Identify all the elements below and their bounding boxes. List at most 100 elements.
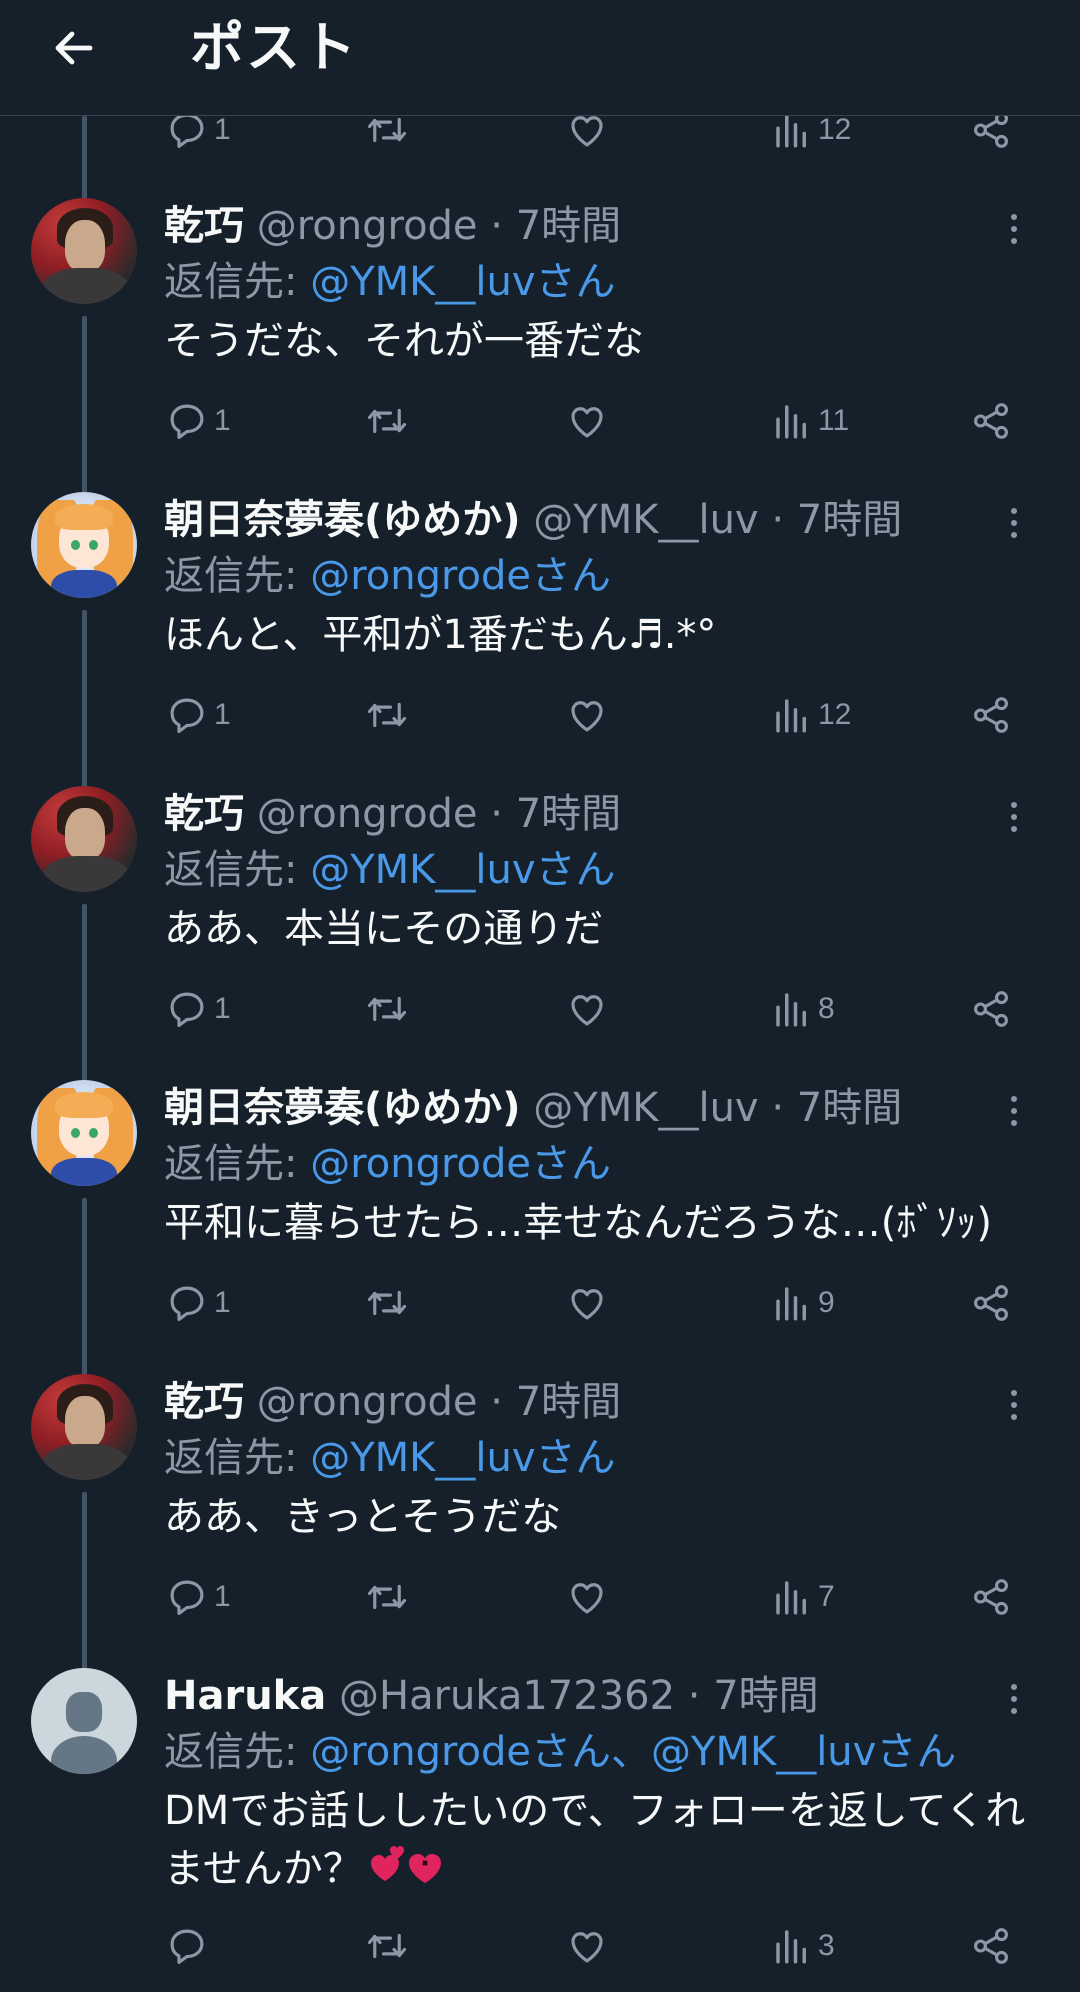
views-count: 11 bbox=[818, 404, 850, 437]
reply-button[interactable]: 1 bbox=[166, 1273, 231, 1333]
tweet[interactable]: Haruka @Haruka172362 · 7時間 返信先: @rongrod… bbox=[0, 1668, 1080, 1992]
more-icon[interactable] bbox=[1004, 1390, 1024, 1430]
tweet-header: 乾巧 @rongrode · 7時間 bbox=[164, 198, 1044, 254]
avatar[interactable] bbox=[31, 492, 137, 598]
tweet-content: 朝日奈夢奏(ゆめか) @YMK__luv · 7時間 返信先: @rongrod… bbox=[164, 492, 1044, 664]
tweet-header: 朝日奈夢奏(ゆめか) @YMK__luv · 7時間 bbox=[164, 1080, 1044, 1136]
reply-button[interactable]: 1 bbox=[166, 685, 231, 745]
timestamp[interactable]: 7時間 bbox=[516, 1379, 621, 1425]
user-handle[interactable]: @rongrode bbox=[257, 791, 478, 837]
mention-link[interactable]: @YMK__luvさん bbox=[310, 847, 615, 893]
views-button[interactable]: 9 bbox=[772, 1273, 835, 1333]
avatar[interactable] bbox=[31, 1080, 137, 1186]
retweet-icon bbox=[364, 1282, 410, 1324]
views-icon bbox=[772, 1925, 812, 1967]
share-button[interactable] bbox=[970, 979, 1012, 1039]
mention-link[interactable]: @rongrodeさん、@YMK__luvさん bbox=[310, 1729, 956, 1775]
retweet-button[interactable] bbox=[364, 1916, 410, 1976]
reply-button[interactable] bbox=[166, 1916, 208, 1976]
tweet-text: DMでお話ししたいので、フォローを返してくれませんか？ bbox=[164, 1782, 1044, 1901]
views-button[interactable]: 3 bbox=[772, 1916, 835, 1976]
share-button[interactable] bbox=[970, 1273, 1012, 1333]
like-button[interactable] bbox=[566, 391, 608, 451]
views-button[interactable]: 7 bbox=[772, 1567, 835, 1627]
tweet[interactable]: 朝日奈夢奏(ゆめか) @YMK__luv · 7時間 返信先: @rongrod… bbox=[0, 492, 1080, 752]
mention-link[interactable]: @YMK__luvさん bbox=[310, 259, 615, 305]
mention-link[interactable]: @YMK__luvさん bbox=[310, 1435, 615, 1481]
retweet-button[interactable] bbox=[364, 685, 410, 745]
timeline: 1 12 乾巧 @rongrode · 7時間 返信先: @YMK__luvさん… bbox=[0, 0, 1080, 1992]
views-button[interactable]: 11 bbox=[772, 391, 849, 451]
reply-button[interactable]: 1 bbox=[166, 391, 231, 451]
views-count: 7 bbox=[818, 1580, 835, 1613]
avatar[interactable] bbox=[31, 1374, 137, 1480]
views-button[interactable]: 8 bbox=[772, 979, 835, 1039]
timestamp[interactable]: 7時間 bbox=[516, 203, 621, 249]
reply-to-line: 返信先: @YMK__luvさん bbox=[164, 842, 1044, 898]
back-button[interactable] bbox=[46, 22, 102, 78]
more-icon[interactable] bbox=[1004, 214, 1024, 254]
user-handle[interactable]: @YMK__luv bbox=[533, 497, 758, 543]
like-button[interactable] bbox=[566, 1916, 608, 1976]
share-button[interactable] bbox=[970, 1567, 1012, 1627]
retweet-button[interactable] bbox=[364, 1273, 410, 1333]
reply-button[interactable]: 1 bbox=[166, 979, 231, 1039]
separator-dot: · bbox=[687, 1673, 701, 1719]
views-icon bbox=[772, 694, 812, 736]
like-button[interactable] bbox=[566, 1273, 608, 1333]
avatar[interactable] bbox=[31, 198, 137, 304]
timestamp[interactable]: 7時間 bbox=[713, 1673, 818, 1719]
display-name[interactable]: Haruka bbox=[164, 1673, 326, 1719]
mention-link[interactable]: @rongrodeさん bbox=[310, 553, 611, 599]
share-icon bbox=[970, 400, 1012, 442]
reply-button[interactable]: 1 bbox=[166, 1567, 231, 1627]
tweet-actions: 3 bbox=[0, 1916, 1080, 1976]
share-icon bbox=[970, 1576, 1012, 1618]
share-button[interactable] bbox=[970, 391, 1012, 451]
tweet[interactable]: 乾巧 @rongrode · 7時間 返信先: @YMK__luvさん ああ、き… bbox=[0, 1374, 1080, 1634]
retweet-button[interactable] bbox=[364, 979, 410, 1039]
like-button[interactable] bbox=[566, 1567, 608, 1627]
more-icon[interactable] bbox=[1004, 802, 1024, 842]
tweet[interactable]: 朝日奈夢奏(ゆめか) @YMK__luv · 7時間 返信先: @rongrod… bbox=[0, 1080, 1080, 1340]
user-handle[interactable]: @YMK__luv bbox=[533, 1085, 758, 1131]
user-handle[interactable]: @rongrode bbox=[257, 203, 478, 249]
more-icon[interactable] bbox=[1004, 1684, 1024, 1724]
share-icon bbox=[970, 694, 1012, 736]
tweet-header: 乾巧 @rongrode · 7時間 bbox=[164, 1374, 1044, 1430]
display-name[interactable]: 乾巧 bbox=[164, 791, 244, 837]
more-icon[interactable] bbox=[1004, 1096, 1024, 1136]
display-name[interactable]: 朝日奈夢奏(ゆめか) bbox=[164, 497, 521, 543]
user-handle[interactable]: @Haruka172362 bbox=[339, 1673, 675, 1719]
like-button[interactable] bbox=[566, 685, 608, 745]
timestamp[interactable]: 7時間 bbox=[797, 497, 902, 543]
tweet[interactable]: 乾巧 @rongrode · 7時間 返信先: @YMK__luvさん ああ、本… bbox=[0, 786, 1080, 1046]
like-icon bbox=[566, 694, 608, 736]
share-button[interactable] bbox=[970, 1916, 1012, 1976]
tweet[interactable]: 乾巧 @rongrode · 7時間 返信先: @YMK__luvさん そうだな… bbox=[0, 198, 1080, 458]
avatar[interactable] bbox=[31, 1668, 137, 1774]
retweet-button[interactable] bbox=[364, 391, 410, 451]
tweet-header: 朝日奈夢奏(ゆめか) @YMK__luv · 7時間 bbox=[164, 492, 1044, 548]
tweet-actions: 1 12 bbox=[0, 685, 1080, 745]
mention-link[interactable]: @rongrodeさん bbox=[310, 1141, 611, 1187]
like-button[interactable] bbox=[566, 979, 608, 1039]
like-icon bbox=[566, 400, 608, 442]
more-icon[interactable] bbox=[1004, 508, 1024, 548]
share-icon bbox=[970, 988, 1012, 1030]
tweet-content: 乾巧 @rongrode · 7時間 返信先: @YMK__luvさん ああ、き… bbox=[164, 1374, 1044, 1546]
user-handle[interactable]: @rongrode bbox=[257, 1379, 478, 1425]
display-name[interactable]: 朝日奈夢奏(ゆめか) bbox=[164, 1085, 521, 1131]
retweet-button[interactable] bbox=[364, 1567, 410, 1627]
timestamp[interactable]: 7時間 bbox=[516, 791, 621, 837]
views-count: 12 bbox=[818, 113, 852, 146]
display-name[interactable]: 乾巧 bbox=[164, 203, 244, 249]
display-name[interactable]: 乾巧 bbox=[164, 1379, 244, 1425]
tweet-header: 乾巧 @rongrode · 7時間 bbox=[164, 786, 1044, 842]
share-button[interactable] bbox=[970, 685, 1012, 745]
views-button[interactable]: 12 bbox=[772, 685, 851, 745]
avatar[interactable] bbox=[31, 786, 137, 892]
reply-to-label: 返信先: bbox=[164, 1435, 298, 1481]
timestamp[interactable]: 7時間 bbox=[797, 1085, 902, 1131]
like-icon bbox=[566, 1576, 608, 1618]
